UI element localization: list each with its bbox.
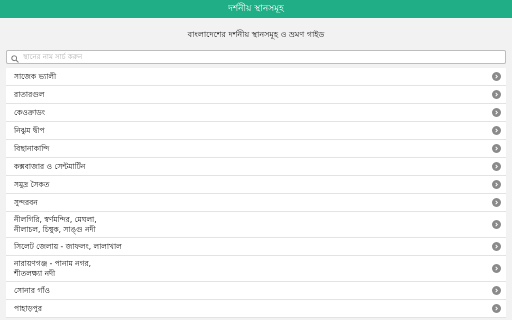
list-item[interactable]: নিঝুম দ্বীপ [6,122,506,140]
app-title: দর্শনীয় স্থানসমূহ [228,4,284,14]
chevron-right-icon [492,108,501,117]
chevron-right-icon [492,286,501,295]
list-item[interactable]: নারায়ণগঞ্জ - পানাম নগর, শীতলক্ষ্যা নদী [6,256,506,282]
list-item[interactable]: সমুদ্র সৈকত [6,176,506,194]
page-subtitle: বাংলাদেশের দর্শনীয় স্থানসমূহ ও ভ্রমণ গা… [187,30,325,39]
search-icon [11,48,19,67]
list-item[interactable]: নীলগিরি, স্বর্ণমন্দির, মেঘলা, নীলাচল, চি… [6,212,506,238]
chevron-right-icon [492,198,501,207]
list-item-label: সিলেট জেলায় - জাফলং, লালাখাল [14,241,122,251]
chevron-right-icon [492,126,501,135]
list-item[interactable]: বিছানাকান্দি [6,140,506,158]
chevron-right-icon [492,162,501,171]
list-item-label: সোনার গাঁও [14,285,50,295]
list-item-label: নীলগিরি, স্বর্ণমন্দির, মেঘলা, নীলাচল, চি… [14,214,97,234]
list-item[interactable]: কেওক্রাডং [6,104,506,122]
list-item[interactable]: সাজেক ভ্যালী [6,68,506,86]
list-item[interactable]: রাতারগুল [6,86,506,104]
chevron-right-icon [492,72,501,81]
list-item-label: রাতারগুল [14,89,45,99]
chevron-right-icon [492,180,501,189]
list-item[interactable]: সিলেট জেলায় - জাফলং, লালাখাল [6,238,506,256]
chevron-right-icon [492,242,501,251]
list-item-label: সাজেক ভ্যালী [14,71,57,81]
search-box[interactable] [6,50,506,64]
list-item-label: নারায়ণগঞ্জ - পানাম নগর, শীতলক্ষ্যা নদী [14,258,92,278]
places-list: সাজেক ভ্যালী রাতারগুল কেওক্রাডং নিঝুম দ্বীপ… [6,68,506,320]
chevron-right-icon [492,144,501,153]
list-item[interactable]: সুন্দরবন [6,194,506,212]
chevron-right-icon [492,220,501,229]
chevron-right-icon [492,264,501,273]
list-item[interactable]: কক্সবাজার ও সেন্টমার্টিন [6,158,506,176]
list-item-label: নিঝুম দ্বীপ [14,125,45,135]
list-item-label: বিছানাকান্দি [14,143,50,153]
list-item-label: পাহাড়পুর [14,303,42,313]
chevron-right-icon [492,304,501,313]
list-item-label: সুন্দরবন [14,197,38,207]
list-item-label: সমুদ্র সৈকত [14,179,50,189]
search-input[interactable] [23,51,493,63]
list-item[interactable]: পাহাড়পুর [6,300,506,318]
list-item[interactable]: সোনার গাঁও [6,282,506,300]
list-item-label: কক্সবাজার ও সেন্টমার্টিন [14,161,86,171]
app-bar: দর্শনীয় স্থানসমূহ [0,0,512,18]
list-item-label: কেওক্রাডং [14,107,46,117]
chevron-right-icon [492,90,501,99]
